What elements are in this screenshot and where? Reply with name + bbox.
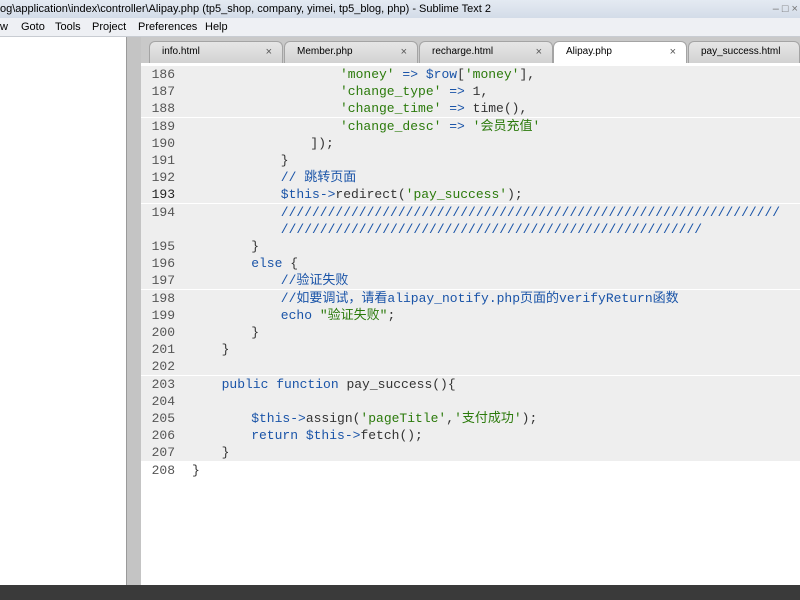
code-text: 'change_type' => 1, (340, 84, 489, 100)
code-text: //验证失败 (280, 273, 349, 289)
tab-pay-success-html[interactable]: pay_success.html (688, 41, 800, 63)
line-number: 207 (151, 445, 175, 461)
menu-preferences[interactable]: Preferences (138, 18, 197, 36)
line-number: 193 (151, 187, 175, 203)
code-text: } (251, 239, 259, 254)
code-line[interactable]: 191} (141, 152, 800, 169)
code-text: $this->assign('pageTitle','支付成功'); (251, 411, 538, 426)
line-number: 187 (151, 84, 175, 100)
code-text: echo "验证失败"; (280, 307, 396, 323)
tab-label: pay_success.html (701, 46, 781, 57)
line-number: 203 (151, 376, 175, 392)
line-number: 206 (151, 428, 175, 444)
code-text: 'change_time' => time(), (340, 101, 528, 117)
code-text: ////////////////////////////////////////… (280, 204, 781, 220)
tab-label: Alipay.php (566, 46, 612, 57)
menu-help[interactable]: Help (205, 18, 228, 36)
code-text: ////////////////////////////////////////… (280, 221, 703, 237)
tab-member-php[interactable]: Member.php × (284, 41, 418, 63)
code-line[interactable]: 207} (141, 444, 800, 462)
line-number: 198 (151, 290, 175, 306)
code-line[interactable]: 190]); (141, 134, 800, 152)
menu-goto[interactable]: Goto (21, 18, 45, 36)
tab-label: Member.php (297, 46, 353, 57)
code-line[interactable]: 208} (141, 462, 800, 479)
code-text: 'change_desc' => '会员充值' (340, 118, 541, 134)
code-line[interactable]: 188 'change_time' => time(), (141, 100, 800, 118)
line-number: 201 (151, 342, 175, 358)
code-line[interactable]: 186 'money' => $row['money'], (141, 66, 800, 83)
code-text: //如要调试，请看alipay_notify.php页面的verifyRetur… (280, 290, 679, 306)
close-icon[interactable]: × (670, 42, 676, 62)
code-line[interactable]: 202 (141, 358, 800, 376)
code-line[interactable]: 193 $this->redirect('pay_success'); (141, 186, 800, 204)
menu-bar: w Goto Tools Project Preferences Help (0, 18, 800, 37)
menu-project[interactable]: Project (92, 18, 126, 36)
sidebar (0, 37, 126, 585)
code-editor[interactable]: 186 'money' => $row['money'], 187 'change_t… (141, 63, 800, 585)
code-text: } (221, 342, 230, 358)
line-number: 205 (151, 411, 175, 426)
line-number: 191 (151, 153, 175, 168)
line-number: 192 (151, 170, 175, 186)
code-text: return $this->fetch(); (251, 428, 423, 444)
code-text: } (280, 153, 289, 168)
tab-label: info.html (162, 46, 200, 57)
line-number: 196 (151, 256, 175, 272)
line-number: 188 (151, 101, 175, 117)
line-number: 189 (151, 118, 175, 134)
code-line[interactable]: ////////////////////////////////////////… (141, 220, 800, 238)
tab-bar: info.html × Member.php × recharge.html ×… (141, 37, 800, 63)
window-controls[interactable]: – □ × (773, 0, 798, 18)
code-line[interactable]: 194 /////////////////////////////////////… (141, 203, 800, 221)
code-line[interactable]: 203 public function pay_success(){ (141, 375, 800, 393)
code-line[interactable]: 196 else { (141, 255, 800, 273)
close-icon[interactable]: × (536, 42, 542, 62)
window-title: og\application\index\controller\Alipay.p… (0, 3, 492, 15)
code-text: public function pay_success(){ (221, 376, 456, 392)
code-line[interactable]: 204 (141, 392, 800, 410)
code-text: // 跳转页面 (280, 170, 357, 186)
code-line[interactable]: 199 echo "验证失败"; (141, 306, 800, 324)
code-text: } (192, 462, 200, 478)
code-line[interactable]: 201} (141, 341, 800, 359)
window-title-bar: og\application\index\controller\Alipay.p… (0, 0, 800, 18)
code-text: 'money' => $row['money'], (340, 67, 536, 82)
tab-alipay-php[interactable]: Alipay.php × (553, 41, 687, 63)
close-icon[interactable]: × (266, 42, 272, 62)
close-icon[interactable]: × (401, 42, 407, 62)
code-text: ]); (310, 135, 334, 151)
code-text: } (251, 325, 259, 340)
code-line[interactable]: 206 return $this->fetch(); (141, 427, 800, 445)
tab-recharge-html[interactable]: recharge.html × (419, 41, 553, 63)
tab-label: recharge.html (432, 46, 494, 57)
code-line[interactable]: 198 //如要调试，请看alipay_notify.php页面的verifyRe… (141, 289, 800, 307)
code-line[interactable]: 189 'change_desc' => '会员充值' (141, 117, 800, 135)
line-number: 195 (151, 239, 175, 254)
line-number: 200 (151, 325, 175, 340)
code-line[interactable]: 200} (141, 324, 800, 341)
line-number: 186 (151, 67, 175, 82)
menu-view[interactable]: w (0, 18, 8, 36)
code-line[interactable]: 195} (141, 238, 800, 255)
code-line[interactable]: 197 //验证失败 (141, 272, 800, 290)
line-number: 202 (151, 359, 175, 375)
status-bar (0, 585, 800, 600)
line-number: 190 (151, 135, 175, 151)
code-line[interactable]: 187 'change_type' => 1, (141, 83, 800, 101)
menu-tools[interactable]: Tools (55, 18, 81, 36)
code-text: } (221, 445, 230, 461)
code-text: $this->redirect('pay_success'); (280, 187, 523, 203)
code-line[interactable]: 192 // 跳转页面 (141, 169, 800, 187)
code-line[interactable]: 205 $this->assign('pageTitle','支付成功'); (141, 410, 800, 427)
tab-info-html[interactable]: info.html × (149, 41, 283, 63)
line-number: 199 (151, 307, 175, 323)
sidebar-resize-handle[interactable] (126, 37, 142, 585)
line-number: 194 (151, 204, 175, 220)
line-number: 208 (151, 462, 175, 478)
line-number: 204 (151, 393, 175, 409)
line-number: 197 (151, 273, 175, 289)
code-text: else { (251, 256, 299, 272)
